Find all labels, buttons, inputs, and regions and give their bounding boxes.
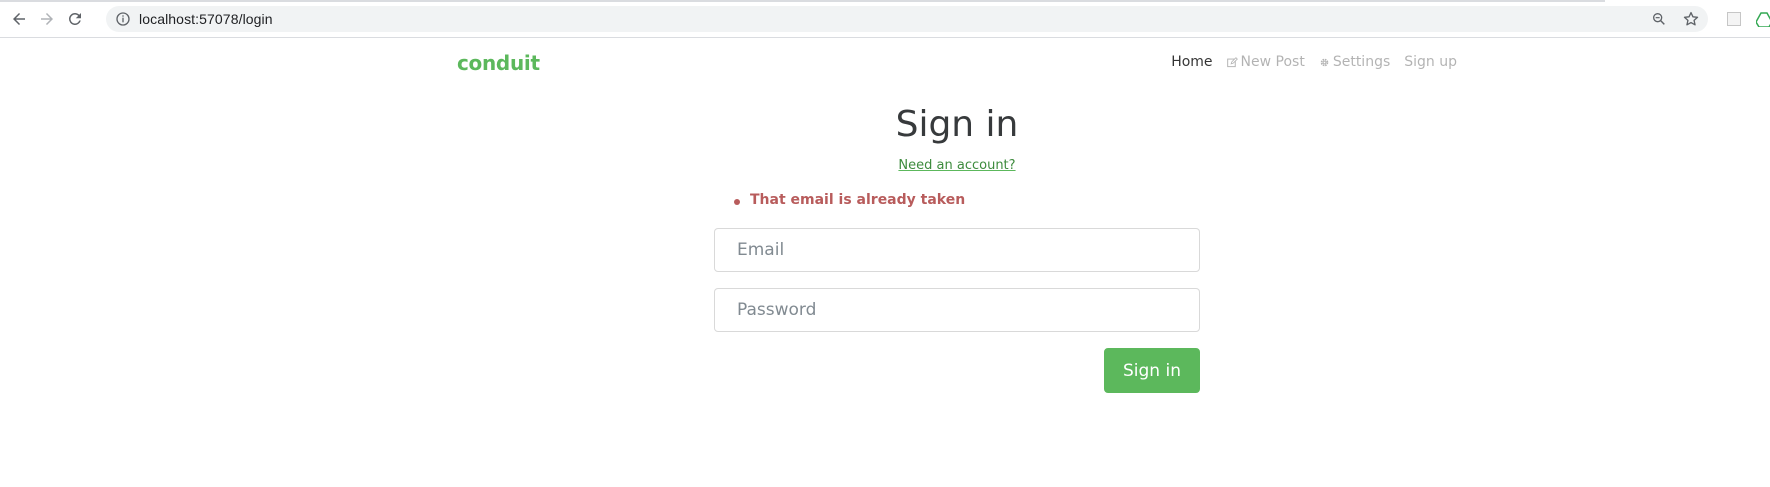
email-input[interactable] [715,229,1199,271]
gear-icon [1320,58,1329,66]
need-account-text[interactable]: Need an account? [898,158,1015,173]
email-field[interactable] [714,228,1200,272]
page-title: Sign in [895,104,1019,145]
password-field[interactable] [714,288,1200,332]
back-arrow-icon[interactable] [8,8,30,30]
error-messages: That email is already taken [734,192,965,208]
info-icon[interactable] [115,11,131,27]
sign-in-button[interactable]: Sign in [1104,348,1200,393]
tab-strip-edge [0,0,1605,2]
nav-new-post-label: New Post [1240,54,1305,70]
star-icon[interactable] [1682,10,1700,28]
nav-home-label: Home [1171,54,1213,70]
nav-home-link[interactable]: Home [1171,54,1212,70]
address-bar[interactable]: localhost:57078/login [106,6,1708,32]
drive-extension-icon[interactable] [1756,11,1770,27]
reload-icon[interactable] [64,8,86,30]
app-navbar: conduit Home New Post Settings Sign up [0,38,1770,86]
nav-settings-link[interactable]: Settings [1319,54,1390,70]
browser-toolbar: localhost:57078/login [0,0,1770,38]
nav-signup-label: Sign up [1404,54,1457,70]
zoom-icon[interactable] [1651,11,1667,27]
need-account-link[interactable]: Need an account? [0,158,1770,173]
error-message: That email is already taken [734,192,965,208]
nav-new-post-link[interactable]: New Post [1226,54,1305,70]
edit-icon [1226,56,1238,67]
password-input[interactable] [715,289,1199,331]
brand-logo[interactable]: conduit [457,51,540,75]
extension-icon[interactable] [1727,12,1741,26]
nav-settings-label: Settings [1332,54,1391,70]
forward-arrow-icon[interactable] [36,8,58,30]
nav-links: Home New Post Settings Sign up [1157,54,1457,70]
nav-signup-link[interactable]: Sign up [1404,54,1457,70]
url-text[interactable]: localhost:57078/login [139,11,273,27]
